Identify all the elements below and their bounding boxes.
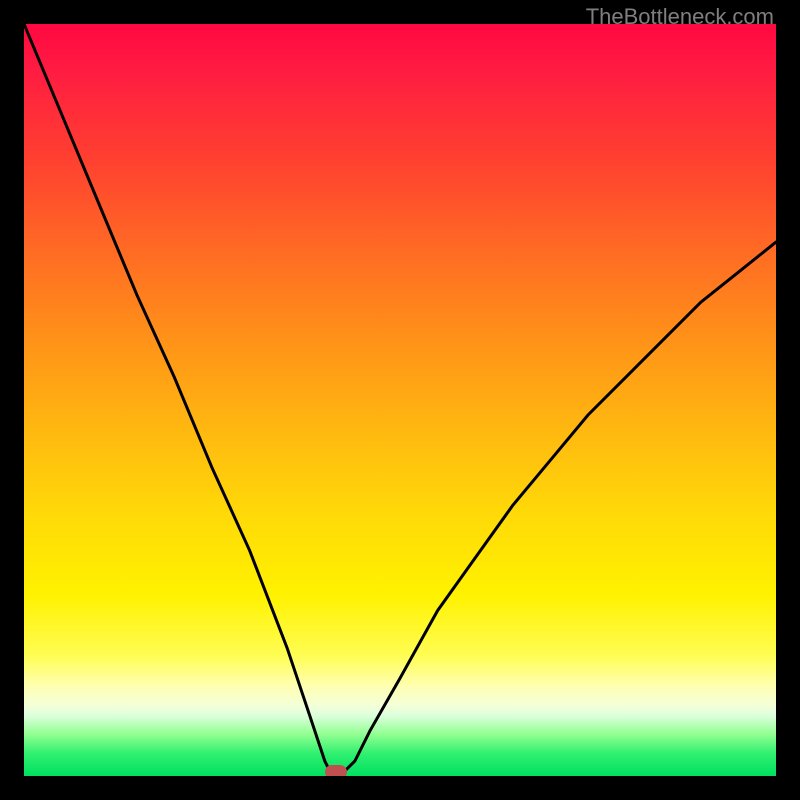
outer-frame: TheBottleneck.com: [0, 0, 800, 800]
curve-svg: [24, 24, 776, 776]
watermark-text: TheBottleneck.com: [586, 4, 774, 30]
bottleneck-marker: [325, 765, 347, 776]
bottleneck-curve-path: [24, 24, 776, 776]
plot-area: [24, 24, 776, 776]
